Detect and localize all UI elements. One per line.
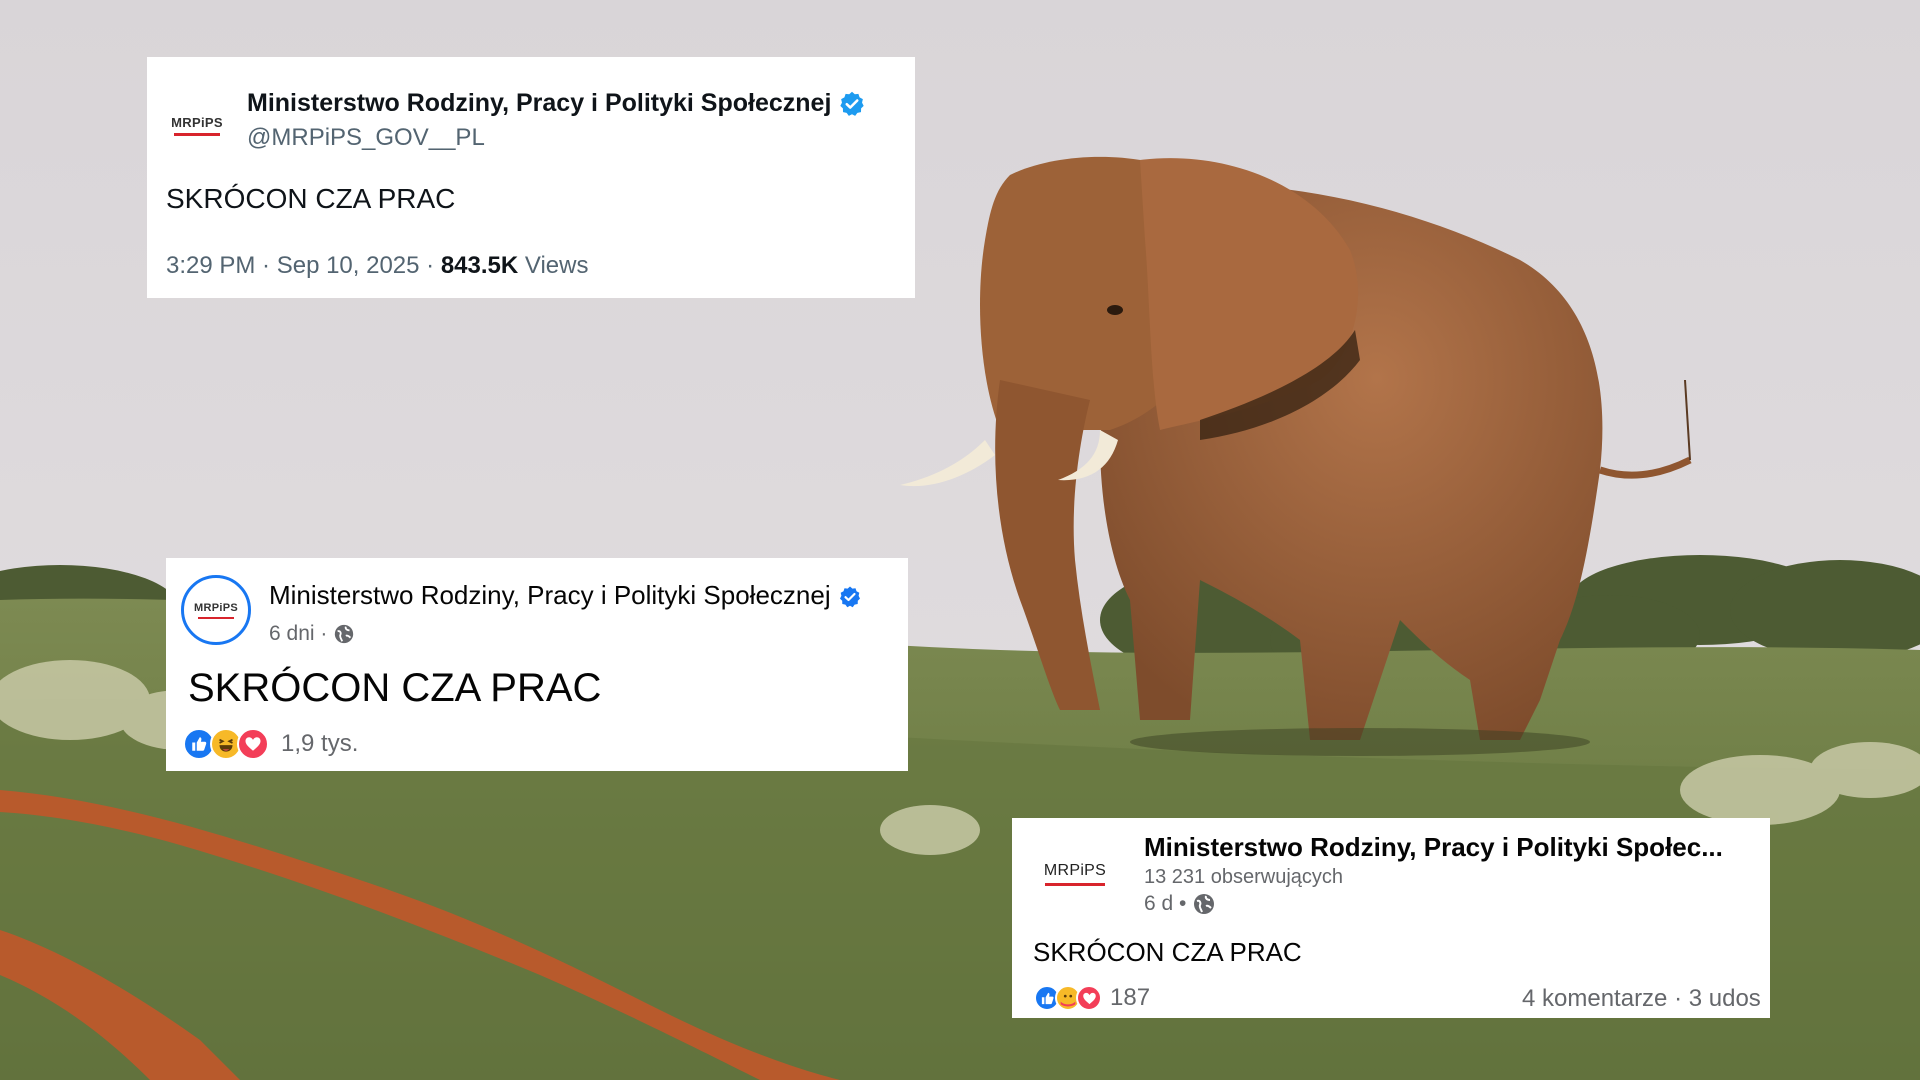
views-count: 843.5K — [440, 252, 519, 279]
author-handle[interactable]: @MRPiPS_GOV__PL — [247, 124, 485, 152]
ministry-logo: MRPiPS — [167, 103, 227, 147]
logo-red-line — [198, 616, 234, 619]
love-icon — [1076, 985, 1102, 1011]
post-text: SKRÓCON CZA PRAC — [1033, 937, 1302, 967]
ministry-logo[interactable]: MRPiPS — [1042, 854, 1108, 894]
verified-badge-icon — [839, 586, 860, 608]
globe-icon — [335, 625, 354, 644]
post-text: SKRÓCON CZA PRAC — [188, 666, 602, 710]
logo-text: MRPiPS — [171, 114, 223, 130]
reactions-summary[interactable]: 187 — [1034, 984, 1150, 1012]
reaction-count[interactable]: 187 — [1110, 984, 1150, 1012]
globe-icon — [1194, 894, 1215, 915]
author-name[interactable]: Ministerstwo Rodziny, Pracy i Polityki S… — [247, 89, 831, 117]
reaction-count[interactable]: 1,9 tys. — [281, 730, 358, 758]
post-age[interactable]: 6 dni · — [269, 622, 333, 645]
logo-text: MRPiPS — [1043, 862, 1107, 879]
reactions-summary[interactable]: 1,9 tys. — [183, 728, 358, 760]
post-meta: 6 dni · — [269, 622, 355, 646]
facebook-post-card[interactable]: MRPiPS Ministerstwo Rodziny, Pracy i Pol… — [1012, 818, 1770, 1018]
views-label: Views — [518, 252, 589, 279]
followers-count: 13 231 obserwujących — [1144, 866, 1344, 888]
post-meta: 6 d • — [1144, 892, 1216, 916]
avatar[interactable]: MRPiPS — [181, 575, 251, 645]
author-name-row[interactable]: Ministerstwo Rodziny, Pracy i Polityki S… — [269, 580, 862, 611]
love-icon — [237, 728, 269, 760]
logo-text: MRPiPS — [194, 601, 238, 614]
author-name-row[interactable]: Ministerstwo Rodziny, Pracy i Polityki S… — [247, 89, 866, 118]
x-post-card[interactable]: MRPiPS Ministerstwo Rodziny, Pracy i Pol… — [147, 57, 915, 298]
verified-badge-icon — [840, 92, 865, 117]
post-meta: 3:29 PM · Sep 10, 2025 · 843.5K Views — [166, 252, 588, 280]
comments-shares-stats[interactable]: 4 komentarze · 3 udos — [1522, 985, 1761, 1013]
post-timestamp[interactable]: 3:29 PM · Sep 10, 2025 · — [166, 252, 441, 279]
author-name[interactable]: Ministerstwo Rodziny, Pracy i Polityki S… — [1144, 832, 1723, 863]
logo-red-line — [174, 132, 220, 136]
logo-red-line — [1045, 883, 1105, 886]
post-text: SKRÓCON CZA PRAC — [166, 183, 456, 214]
author-name[interactable]: Ministerstwo Rodziny, Pracy i Polityki S… — [269, 580, 831, 610]
facebook-post-card[interactable]: MRPiPS Ministerstwo Rodziny, Pracy i Pol… — [166, 558, 908, 771]
post-age[interactable]: 6 d • — [1144, 892, 1192, 915]
